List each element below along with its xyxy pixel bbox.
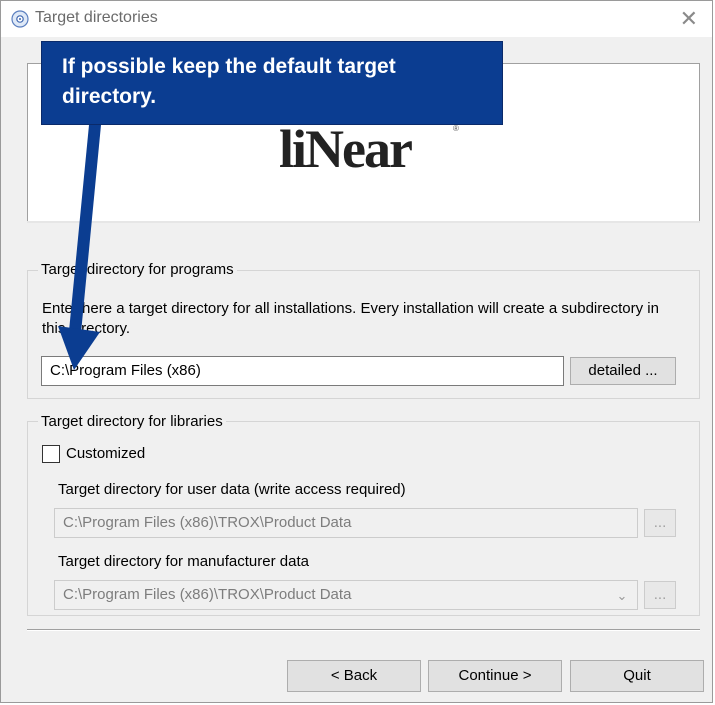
- instruction-callout: If possible keep the default target dire…: [41, 41, 503, 125]
